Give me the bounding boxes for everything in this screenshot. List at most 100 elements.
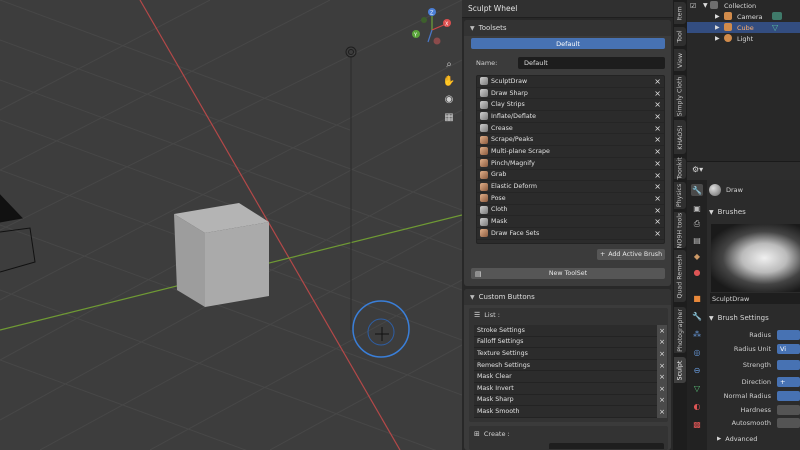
property-value-field[interactable] [777,360,800,370]
brush-list-item[interactable]: Draw Sharp × [477,88,664,100]
sidebar-tab[interactable]: Quad Remesh [674,250,686,302]
brush-list-item[interactable]: Multi-plane Scrape × [477,146,664,158]
brush-list-item[interactable]: Inflate/Deflate × [477,111,664,123]
remove-brush-button[interactable]: × [654,170,661,181]
tool-tab-icon[interactable]: 🔧 [691,184,703,196]
remove-brush-button[interactable]: × [654,88,661,99]
texture-tab-icon[interactable]: ▩ [691,418,703,430]
custom-button-item[interactable]: Falloff Settings × [474,336,667,349]
property-value-field[interactable] [777,405,800,415]
remove-custom-button[interactable]: × [657,348,667,360]
constraints-tab-icon[interactable]: ⊖ [691,364,703,376]
remove-brush-button[interactable]: × [654,228,661,239]
render-tab-icon[interactable]: ▣ [691,202,703,214]
expand-arrow-icon[interactable]: ▶ [715,24,720,31]
remove-brush-button[interactable]: × [654,193,661,204]
sidebar-tab[interactable]: KHAOS! [674,120,686,154]
create-input[interactable] [549,443,664,449]
sidebar-tab[interactable]: View [674,49,686,71]
sidebar-tab[interactable]: NO9H tools [674,212,686,248]
expand-arrow-icon[interactable]: ▶ [715,35,720,42]
remove-brush-button[interactable]: × [654,205,661,216]
camera-icon[interactable]: ◉ [442,92,456,106]
remove-brush-button[interactable]: × [654,76,661,87]
custom-buttons-header[interactable]: ▼ Custom Buttons [464,289,671,305]
zoom-icon[interactable]: ⌕ [442,57,456,71]
brush-list-item[interactable]: Grab × [477,170,664,182]
brush-list-item[interactable]: Pose × [477,193,664,205]
brush-list-item[interactable]: Elastic Deform × [477,181,664,193]
brush-list-item[interactable]: SculptDraw × [477,76,664,88]
property-value-field[interactable] [777,330,800,340]
remove-custom-button[interactable]: × [657,394,667,407]
custom-button-item[interactable]: Mask Clear × [474,371,667,383]
remove-brush-button[interactable]: × [654,158,661,169]
remove-brush-button[interactable]: × [654,134,661,145]
brush-list-item[interactable]: Clay Strips × [477,99,664,112]
sidebar-tab[interactable]: Simply Cloth [674,75,686,117]
remove-custom-button[interactable]: × [657,359,667,372]
remove-custom-button[interactable]: × [657,371,667,383]
remove-custom-button[interactable]: × [657,382,667,395]
property-value-field[interactable] [777,391,800,401]
brush-name-row[interactable]: Draw [709,182,800,198]
default-toolset-button[interactable]: Default [471,38,665,49]
sidebar-tab[interactable]: Sculpt [674,357,686,383]
remove-brush-button[interactable]: × [654,111,661,122]
brushes-header[interactable]: ▼ Brushes [709,206,800,218]
custom-button-item[interactable]: Remesh Settings × [474,359,667,372]
custom-button-item[interactable]: Texture Settings × [474,348,667,360]
brush-list-item[interactable]: Draw Face Sets × [477,228,664,240]
data-tab-icon[interactable]: ▽ [691,382,703,394]
scene-tab-icon[interactable]: ◆ [691,250,703,262]
physics-tab-icon[interactable]: ◎ [691,346,703,358]
sidebar-tab[interactable]: Item [674,2,686,24]
toolsets-header[interactable]: ▼ Toolsets [464,20,671,36]
sidebar-tab[interactable]: Photographer [674,307,686,353]
advanced-header[interactable]: ▶ Advanced [717,435,757,443]
object-tab-icon[interactable]: ■ [691,292,703,304]
3d-viewport[interactable]: Z X Y ⌕ ✋ ◉ ▦ [0,0,462,450]
property-value-field[interactable] [777,418,800,428]
custom-button-item[interactable]: Mask Smooth × [474,406,667,418]
brush-datablock-field[interactable]: SculptDraw [710,293,800,304]
brush-list-item[interactable]: Mask × [477,216,664,228]
custom-button-item[interactable]: Stroke Settings × [474,325,667,337]
property-value-field[interactable]: + [777,377,800,387]
sidebar-tab[interactable]: Tool [674,27,686,46]
remove-brush-button[interactable]: × [654,216,661,227]
property-value-field[interactable]: Vi [777,344,800,354]
checkbox-icon[interactable]: ☑ [690,2,696,10]
new-toolset-button[interactable]: ▤ New ToolSet [471,268,665,279]
material-tab-icon[interactable]: ◐ [691,400,703,412]
brush-list-item[interactable]: Pinch/Magnify × [477,158,664,170]
sidebar-tab[interactable]: Toonkit [674,157,686,180]
custom-button-item[interactable]: Mask Invert × [474,382,667,395]
modifier-tab-icon[interactable]: 🔧 [691,310,703,322]
hand-pan-icon[interactable]: ✋ [442,74,456,88]
add-active-brush-button[interactable]: + Add Active Brush [597,249,665,260]
expand-arrow-icon[interactable]: ▶ [715,13,720,20]
remove-brush-button[interactable]: × [654,146,661,157]
brush-list-item[interactable]: Cloth × [477,205,664,217]
outliner-item-light[interactable]: ▶ Light [687,33,800,44]
remove-custom-button[interactable]: × [657,406,667,418]
outliner-item-cube[interactable]: ▶ Cube ▽ [687,22,800,33]
view-layer-tab-icon[interactable]: ▤ [691,234,703,246]
outliner-item-camera[interactable]: ▶ Camera [687,11,800,22]
world-tab-icon[interactable]: ● [691,266,703,278]
brush-list-item[interactable]: Crease × [477,123,664,135]
particles-tab-icon[interactable]: ⁂ [691,328,703,340]
remove-brush-button[interactable]: × [654,123,661,134]
remove-brush-button[interactable]: × [654,99,661,110]
sidebar-tab[interactable]: Physics [674,182,686,209]
brush-list-item[interactable]: Scrape/Peaks × [477,134,664,147]
toolset-name-field[interactable]: Default [518,57,665,69]
custom-button-item[interactable]: Mask Sharp × [474,394,667,407]
output-tab-icon[interactable]: ⎙ [691,218,703,230]
outliner-item-collection[interactable]: ☑ ▼ Collection [687,0,800,11]
brush-settings-header[interactable]: ▼ Brush Settings [709,312,800,324]
editor-type-icon[interactable]: ⚙▾ [692,165,703,174]
remove-custom-button[interactable]: × [657,336,667,349]
brush-preview-image[interactable] [711,224,800,292]
